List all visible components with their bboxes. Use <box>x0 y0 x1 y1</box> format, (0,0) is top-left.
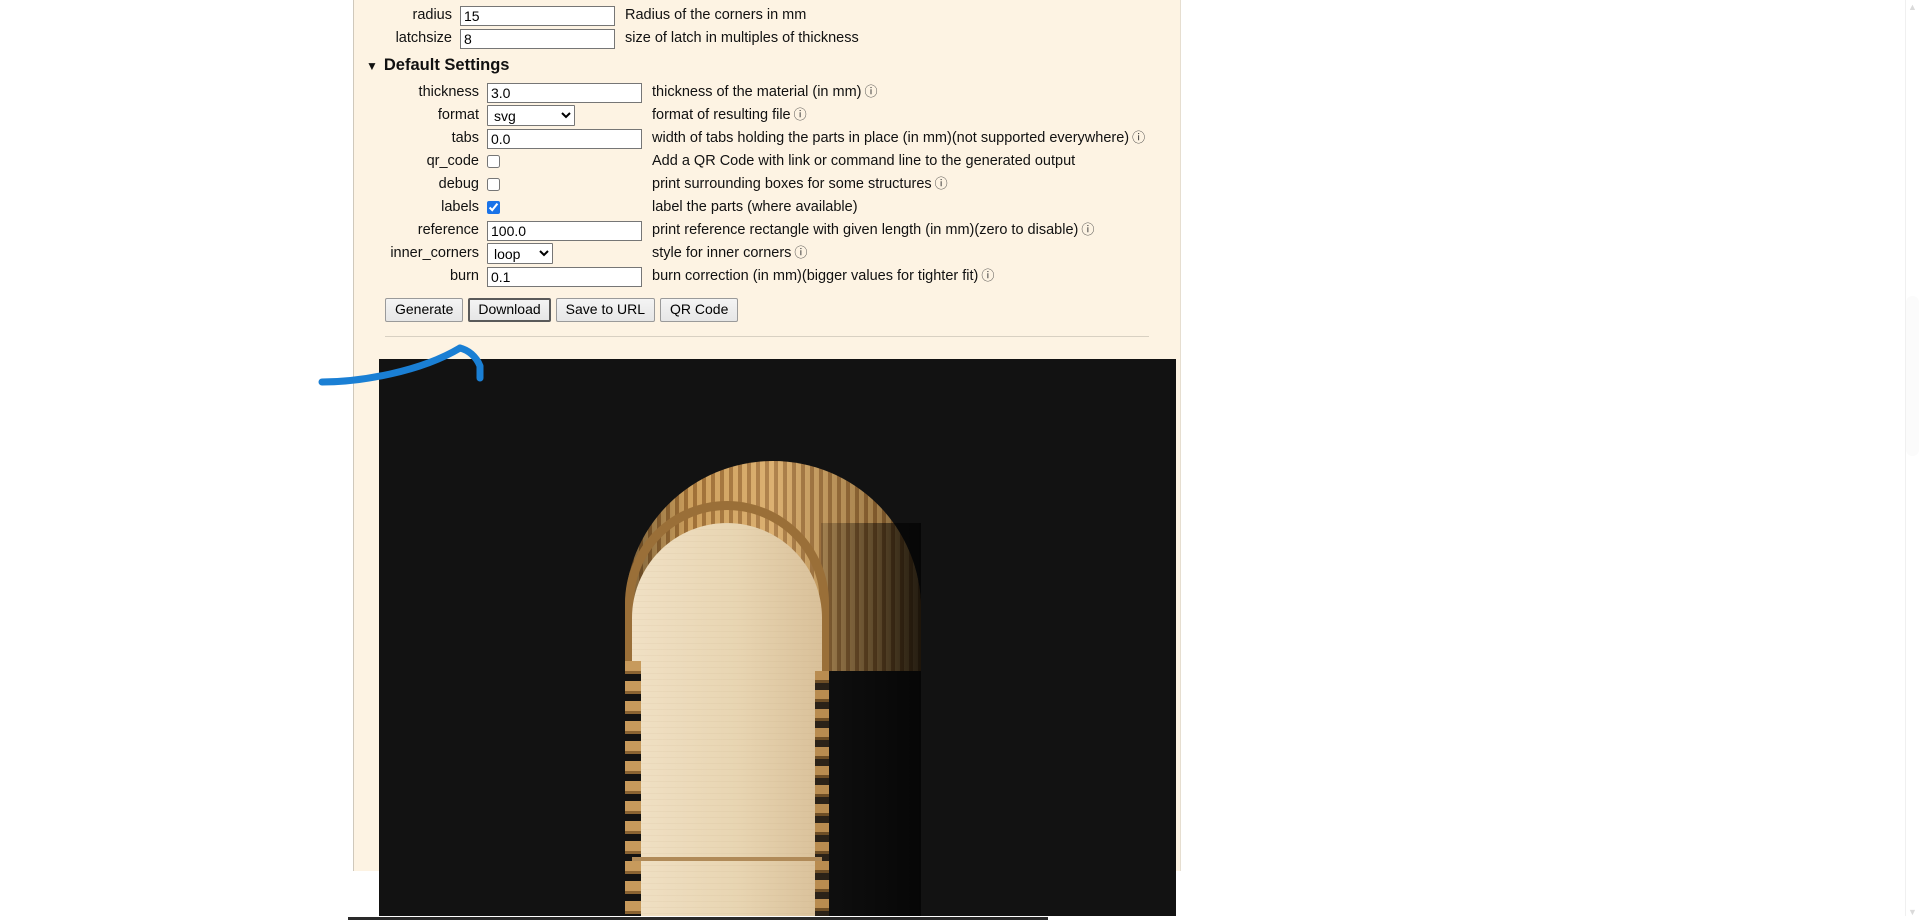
vertical-scrollbar[interactable]: ▲ ▼ <box>1905 0 1920 920</box>
settings-row-format: format svg format of resulting file ⓘ <box>354 104 1145 127</box>
settings-row-debug: debug print surrounding boxes for some s… <box>354 173 1145 196</box>
top-settings-body: radius Radius of the corners in mm latch… <box>354 4 859 50</box>
desc-burn: burn correction (in mm)(bigger values fo… <box>647 265 1145 288</box>
thickness-input[interactable] <box>487 82 642 103</box>
default-settings-table: thickness thickness of the material (in … <box>354 81 1145 288</box>
desc-qr-code: Add a QR Code with link or command line … <box>652 153 1076 170</box>
generate-button[interactable]: Generate <box>385 298 464 323</box>
field-cell-tabs <box>487 127 647 150</box>
settings-row-burn: burn burn correction (in mm)(bigger valu… <box>354 265 1145 288</box>
info-icon-format[interactable]: ⓘ <box>794 108 807 121</box>
reference-input[interactable] <box>487 220 642 241</box>
field-cell-reference <box>487 219 647 242</box>
download-button[interactable]: Download <box>468 298 551 323</box>
browser-page: radius Radius of the corners in mm latch… <box>0 0 1920 920</box>
horizontal-scrollbar[interactable] <box>0 916 1920 920</box>
box-seam-line <box>632 857 822 861</box>
field-cell-debug <box>487 173 647 196</box>
desc-thickness: thickness of the material (in mm) ⓘ <box>647 81 1145 104</box>
scrollbar-thumb[interactable] <box>1906 296 1919 456</box>
desc-tabs: width of tabs holding the parts in place… <box>647 127 1145 150</box>
format-select[interactable]: svg <box>487 105 575 126</box>
field-cell-latchsize <box>460 27 620 50</box>
preview-photo <box>379 359 1176 920</box>
content-column: radius Radius of the corners in mm latch… <box>348 0 1556 920</box>
default-settings-heading[interactable]: ▼ Default Settings <box>354 50 1180 81</box>
inner-corners-select[interactable]: loop <box>487 243 553 264</box>
field-cell-qr-code <box>487 150 647 173</box>
field-cell-thickness <box>487 81 647 104</box>
label-radius: radius <box>412 7 453 24</box>
default-settings-body: thickness thickness of the material (in … <box>354 81 1145 288</box>
field-cell-burn <box>487 265 647 288</box>
label-format: format <box>437 107 479 124</box>
debug-checkbox[interactable] <box>487 177 500 191</box>
label-latchsize: latchsize <box>395 30 452 47</box>
desc-format: format of resulting file ⓘ <box>647 104 1145 127</box>
label-tabs: tabs <box>451 130 479 147</box>
radius-input[interactable] <box>460 5 615 26</box>
desc-radius: Radius of the corners in mm <box>625 7 807 24</box>
label-debug: debug <box>438 176 479 193</box>
latchsize-input[interactable] <box>460 28 615 49</box>
box-finger-joints-left <box>625 661 641 920</box>
desc-format-text: format of resulting file <box>652 107 791 124</box>
qr-code-button[interactable]: QR Code <box>660 298 739 323</box>
scroll-up-arrow-icon[interactable]: ▲ <box>1908 3 1917 12</box>
desc-burn-text: burn correction (in mm)(bigger values fo… <box>652 268 979 285</box>
info-icon-burn[interactable]: ⓘ <box>981 269 994 282</box>
section-divider <box>385 336 1149 338</box>
desc-latchsize: size of latch in multiples of thickness <box>625 30 859 47</box>
action-button-row: Generate Download Save to URL QR Code <box>354 288 1180 336</box>
info-icon-reference[interactable]: ⓘ <box>1081 223 1094 236</box>
settings-row-reference: reference print reference rectangle with… <box>354 219 1145 242</box>
desc-debug: print surrounding boxes for some structu… <box>647 173 1145 196</box>
desc-debug-text: print surrounding boxes for some structu… <box>652 176 932 193</box>
label-thickness: thickness <box>418 84 479 101</box>
desc-inner-corners: style for inner corners ⓘ <box>647 242 1145 265</box>
desc-tabs-text: width of tabs holding the parts in place… <box>652 130 1130 147</box>
settings-row-inner-corners: inner_corners loop style for inner corne… <box>354 242 1145 265</box>
field-cell-labels <box>487 196 647 219</box>
label-labels: labels <box>441 199 479 216</box>
settings-row-latchsize: latchsize size of latch in multiples of … <box>354 27 859 50</box>
tabs-input[interactable] <box>487 128 642 149</box>
desc-reference-text: print reference rectangle with given len… <box>652 222 1079 239</box>
info-icon-thickness[interactable]: ⓘ <box>865 85 878 98</box>
collapse-triangle-icon[interactable]: ▼ <box>366 60 378 72</box>
settings-row-qr-code: qr_code Add a QR Code with link or comma… <box>354 150 1145 173</box>
qr-code-checkbox[interactable] <box>487 154 500 168</box>
field-cell-inner-corners: loop <box>487 242 647 265</box>
default-settings-title: Default Settings <box>383 56 510 74</box>
info-icon-inner-corners[interactable]: ⓘ <box>794 246 807 259</box>
desc-labels: label the parts (where available) <box>652 199 858 216</box>
desc-inner-corners-text: style for inner corners <box>652 245 792 262</box>
info-icon-debug[interactable]: ⓘ <box>935 177 948 190</box>
desc-thickness-text: thickness of the material (in mm) <box>652 84 862 101</box>
settings-row-thickness: thickness thickness of the material (in … <box>354 81 1145 104</box>
top-settings-table: radius Radius of the corners in mm latch… <box>354 4 859 50</box>
label-burn: burn <box>449 268 479 285</box>
burn-input[interactable] <box>487 266 642 287</box>
label-reference: reference <box>417 222 479 239</box>
field-cell-format: svg <box>487 104 647 127</box>
info-icon-tabs[interactable]: ⓘ <box>1132 131 1145 144</box>
save-to-url-button[interactable]: Save to URL <box>555 298 656 323</box>
desc-reference: print reference rectangle with given len… <box>647 219 1145 242</box>
settings-row-tabs: tabs width of tabs holding the parts in … <box>354 127 1145 150</box>
settings-row-labels: labels label the parts (where available) <box>354 196 1145 219</box>
labels-checkbox[interactable] <box>487 200 500 214</box>
label-inner-corners: inner_corners <box>390 245 479 262</box>
laser-cut-box-illustration <box>625 461 921 920</box>
box-side-shadow <box>821 523 921 920</box>
box-finger-joints-right <box>815 671 829 920</box>
field-cell-radius <box>460 4 620 27</box>
settings-row-radius: radius Radius of the corners in mm <box>354 4 859 27</box>
label-qr-code: qr_code <box>426 153 479 170</box>
